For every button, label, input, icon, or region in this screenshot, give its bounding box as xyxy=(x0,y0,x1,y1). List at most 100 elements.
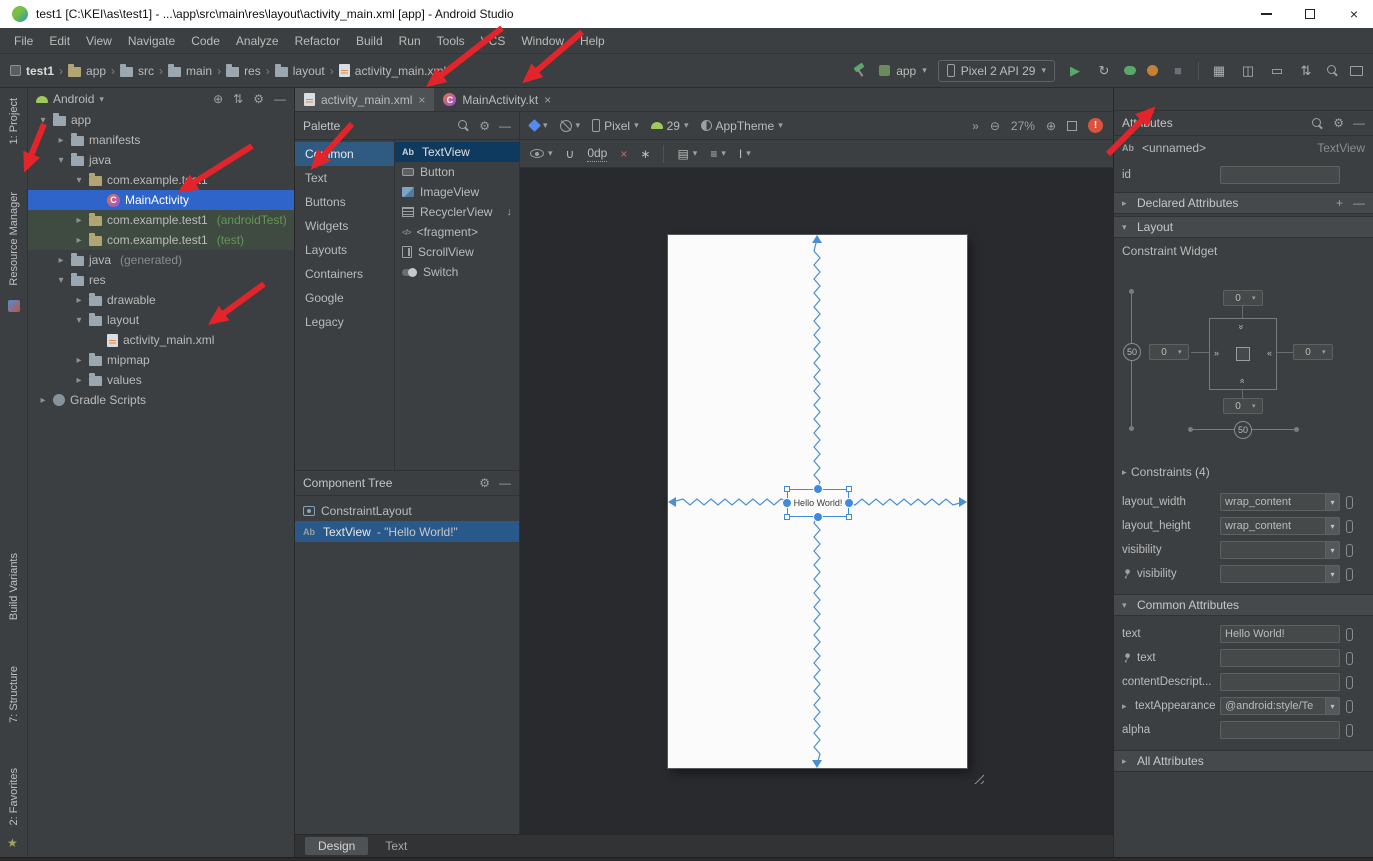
tree-collapsed-icon[interactable]: ▸ xyxy=(38,395,48,406)
constraint-arrow-left[interactable]: » xyxy=(1214,348,1219,358)
device-file-explorer-icon[interactable]: ▦ xyxy=(1210,63,1228,79)
tree-item-gradle-scripts[interactable]: ▸ Gradle Scripts xyxy=(28,390,294,410)
canvas-resize-handle[interactable] xyxy=(971,771,984,784)
constraint-anchor-left[interactable] xyxy=(782,498,792,508)
menu-refactor[interactable]: Refactor xyxy=(287,31,348,51)
tree-item-res[interactable]: ▾ res xyxy=(28,270,294,290)
breadcrumb-res[interactable]: res xyxy=(226,64,261,78)
constraint-anchor-top[interactable] xyxy=(813,484,823,494)
margin-bottom-dropdown[interactable]: 0 ▾ xyxy=(1223,398,1263,414)
search-everywhere-icon[interactable] xyxy=(1326,64,1339,77)
menu-file[interactable]: File xyxy=(6,31,41,51)
selection-handle[interactable] xyxy=(784,514,790,520)
id-input[interactable] xyxy=(1220,166,1340,184)
selected-textview[interactable]: Hello World! xyxy=(787,489,849,517)
margin-top-dropdown[interactable]: 0 ▾ xyxy=(1223,290,1263,306)
device-menu[interactable]: Pixel▾ xyxy=(592,119,639,133)
stop-icon[interactable]: ■ xyxy=(1169,63,1187,78)
close-tab-icon[interactable]: × xyxy=(544,93,551,107)
section-constraints[interactable]: ▸ Constraints (4) xyxy=(1114,460,1373,484)
locate-file-icon[interactable]: ⊕ xyxy=(213,92,223,106)
tree-item-values[interactable]: ▸ values xyxy=(28,370,294,390)
palette-category-containers[interactable]: Containers xyxy=(295,262,394,286)
tree-item-package-test[interactable]: ▸ com.example.test1 (test) xyxy=(28,230,294,250)
chevron-right-icon[interactable]: ▸ xyxy=(1122,701,1131,712)
tree-expanded-icon[interactable]: ▾ xyxy=(74,315,84,326)
tree-item-drawable[interactable]: ▸ drawable xyxy=(28,290,294,310)
palette-category-widgets[interactable]: Widgets xyxy=(295,214,394,238)
more-actions-icon[interactable]: » xyxy=(972,119,979,133)
menu-run[interactable]: Run xyxy=(391,31,429,51)
visibility-dropdown[interactable]: ▾ xyxy=(1220,541,1340,559)
palette-category-layouts[interactable]: Layouts xyxy=(295,238,394,262)
hide-panel-icon[interactable]: — xyxy=(499,476,511,490)
palette-category-legacy[interactable]: Legacy xyxy=(295,310,394,334)
constraint-widget-box[interactable]: » « » » xyxy=(1209,318,1277,390)
tree-collapsed-icon[interactable]: ▸ xyxy=(74,355,84,366)
breadcrumb-activity-main-xml[interactable]: activity_main.xml xyxy=(339,64,446,78)
design-surface-selector[interactable]: ▾ xyxy=(530,120,548,131)
section-all-attributes[interactable]: ▸ All Attributes xyxy=(1114,750,1373,772)
tree-item-java[interactable]: ▾ java xyxy=(28,150,294,170)
add-attribute-icon[interactable]: + xyxy=(1336,196,1343,210)
minimize-button[interactable] xyxy=(1259,7,1273,21)
profile-icon[interactable] xyxy=(1147,65,1158,76)
palette-category-text[interactable]: Text xyxy=(295,166,394,190)
resource-picker-icon[interactable] xyxy=(1346,568,1353,581)
menu-build[interactable]: Build xyxy=(348,31,391,51)
layout-inspector-icon[interactable]: ◫ xyxy=(1239,63,1257,79)
tree-collapsed-icon[interactable]: ▸ xyxy=(74,295,84,306)
palette-item-recyclerview[interactable]: RecyclerView ↓ xyxy=(395,202,519,222)
tab-text[interactable]: Text xyxy=(372,837,420,855)
tree-item-package-androidtest[interactable]: ▸ com.example.test1 (androidTest) xyxy=(28,210,294,230)
menu-tools[interactable]: Tools xyxy=(429,31,473,51)
module-selector[interactable]: app ▾ xyxy=(879,64,927,78)
gear-icon[interactable]: ⚙ xyxy=(1333,116,1344,130)
tree-item-activity-main-xml[interactable]: activity_main.xml xyxy=(28,330,294,350)
close-button[interactable]: × xyxy=(1347,7,1361,21)
horizontal-bias-value[interactable]: 50 xyxy=(1234,421,1252,439)
constraint-arrow-right[interactable]: « xyxy=(1267,348,1272,358)
constraint-arrow-top[interactable]: » xyxy=(1237,324,1247,329)
zoom-in-icon[interactable]: ⊕ xyxy=(1046,119,1056,133)
pack-menu[interactable]: ▤▾ xyxy=(677,147,697,161)
search-icon[interactable] xyxy=(457,119,470,132)
menu-analyze[interactable]: Analyze xyxy=(228,31,287,51)
constraint-anchor-bottom[interactable] xyxy=(813,512,823,522)
error-panel-icon[interactable]: ! xyxy=(1088,118,1103,133)
section-declared-attributes[interactable]: ▸ Declared Attributes + — xyxy=(1114,192,1373,214)
tree-collapsed-icon[interactable]: ▸ xyxy=(56,255,66,266)
resource-picker-icon[interactable] xyxy=(1346,544,1353,557)
debug-icon[interactable] xyxy=(1124,66,1136,75)
search-icon[interactable] xyxy=(1311,117,1324,130)
constraint-anchor-right[interactable] xyxy=(844,498,854,508)
menu-navigate[interactable]: Navigate xyxy=(120,31,183,51)
tab-activity-main-xml[interactable]: activity_main.xml × xyxy=(295,88,434,111)
selection-handle[interactable] xyxy=(784,486,790,492)
tool-window-project[interactable]: 1: Project xyxy=(8,98,20,144)
orientation-selector[interactable]: ▾ xyxy=(560,120,581,132)
constraint-arrow-bottom[interactable]: » xyxy=(1237,378,1247,383)
zoom-to-fit-icon[interactable] xyxy=(1067,121,1077,131)
resource-picker-icon[interactable] xyxy=(1346,724,1353,737)
api-version-menu[interactable]: 29▾ xyxy=(651,119,689,133)
tool-window-build-variants[interactable]: Build Variants xyxy=(8,553,20,620)
tree-item-mainactivity[interactable]: C MainActivity xyxy=(28,190,294,210)
margin-left-dropdown[interactable]: 0 ▾ xyxy=(1149,344,1189,360)
breadcrumb-main[interactable]: main xyxy=(168,64,212,78)
tree-item-app[interactable]: ▾ app xyxy=(28,110,294,130)
tree-expanded-icon[interactable]: ▾ xyxy=(74,175,84,186)
download-icon[interactable]: ↓ xyxy=(507,206,513,218)
resource-picker-icon[interactable] xyxy=(1346,628,1353,641)
tool-window-structure[interactable]: 7: Structure xyxy=(8,666,20,723)
hide-panel-icon[interactable]: — xyxy=(274,92,286,106)
section-common-attributes[interactable]: ▾ Common Attributes xyxy=(1114,594,1373,616)
tool-window-resource-manager[interactable]: Resource Manager xyxy=(8,192,20,286)
component-tree-item-textview[interactable]: Ab TextView - "Hello World!" xyxy=(295,521,519,542)
guidelines-menu[interactable]: I▾ xyxy=(739,147,751,161)
apply-changes-icon[interactable]: ↻ xyxy=(1095,63,1113,79)
hide-panel-icon[interactable]: — xyxy=(499,119,511,133)
menu-view[interactable]: View xyxy=(78,31,120,51)
remove-attribute-icon[interactable]: — xyxy=(1353,196,1365,210)
gear-icon[interactable]: ⚙ xyxy=(479,476,490,490)
